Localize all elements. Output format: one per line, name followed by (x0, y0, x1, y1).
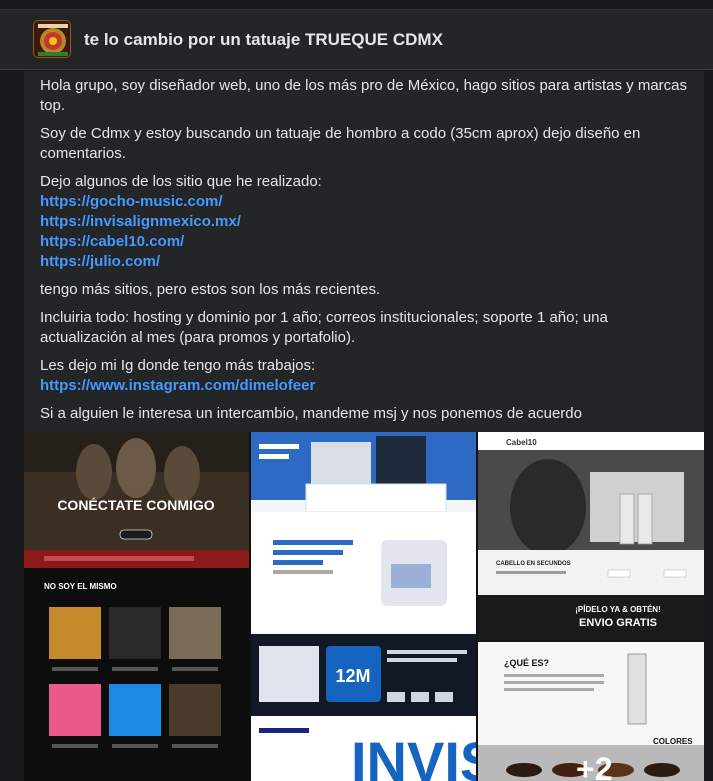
media-grid: CONÉCTATE CONMIGO NO SOY EL MISMO 12M IN… (24, 432, 704, 781)
cabel10-brand: Cabel10 (506, 438, 537, 447)
group-header: te lo cambio por un tatuaje TRUEQUE CDMX (0, 10, 713, 70)
more-photos-overlay[interactable]: +2 (478, 745, 704, 781)
link-gocho-music[interactable]: https://gocho-music.com/ (40, 192, 692, 212)
post-body: Hola grupo, soy diseñador web, uno de lo… (40, 76, 692, 432)
post-paragraph: Hola grupo, soy diseñador web, uno de lo… (40, 77, 687, 114)
group-avatar[interactable] (33, 20, 71, 58)
media-tile-cabel10[interactable]: Cabel10 CABELLO EN SECUNDOS ¡PÍDELO YA &… (478, 432, 704, 781)
link-julio[interactable]: https://julio.com/ (40, 252, 692, 272)
cabel10-promo-line1: ¡PÍDELO YA & OBTÉN! (575, 605, 661, 614)
ig-block: Les dejo mi Ig donde tengo más trabajos:… (40, 356, 692, 396)
right-gutter (704, 71, 713, 781)
group-title[interactable]: te lo cambio por un tatuaje TRUEQUE CDMX (84, 30, 443, 50)
link-cabel10[interactable]: https://cabel10.com/ (40, 232, 692, 252)
invisalign-site-screenshot: 12M INVIS (251, 432, 476, 781)
ig-intro: Les dejo mi Ig donde tengo más trabajos: (40, 357, 316, 374)
cabel10-que-es: ¿QUÉ ES? (504, 658, 549, 668)
gocho-hero-title: CONÉCTATE CONMIGO (57, 497, 214, 513)
media-tile-gocho[interactable]: CONÉCTATE CONMIGO NO SOY EL MISMO (24, 432, 249, 781)
window-top-edge (0, 0, 713, 10)
more-sites-text: tengo más sitios, pero estos son los más… (40, 281, 381, 298)
invisalign-stat: 12M (335, 666, 370, 686)
cabel10-promo-line2: ENVIO GRATIS (579, 617, 657, 629)
post-card: Hola grupo, soy diseñador web, uno de lo… (24, 71, 704, 432)
invisalign-banner: INVIS (351, 730, 476, 781)
includes-text: Incluiria todo: hosting y dominio por 1 … (40, 309, 608, 346)
left-gutter (0, 71, 24, 781)
media-tile-invisalign[interactable]: 12M INVIS (251, 432, 476, 781)
gocho-site-screenshot: CONÉCTATE CONMIGO NO SOY EL MISMO (24, 432, 249, 781)
closing-text: Si a alguien le interesa un intercambio,… (40, 405, 582, 422)
gocho-section-title: NO SOY EL MISMO (44, 582, 117, 591)
group-avatar-image (34, 21, 70, 57)
cabel10-cabello-heading: CABELLO EN SECUNDOS (496, 561, 571, 567)
link-instagram[interactable]: https://www.instagram.com/dimelofeer (40, 376, 692, 396)
post-paragraph: Soy de Cdmx y estoy buscando un tatuaje … (40, 125, 641, 162)
link-invisalign[interactable]: https://invisalignmexico.mx/ (40, 212, 692, 232)
links-block: Dejo algunos de los sitio que he realiza… (40, 172, 692, 272)
more-photos-count: +2 (576, 751, 613, 781)
cabel10-site-screenshot: Cabel10 CABELLO EN SECUNDOS ¡PÍDELO YA &… (478, 432, 704, 781)
links-intro: Dejo algunos de los sitio que he realiza… (40, 173, 322, 190)
